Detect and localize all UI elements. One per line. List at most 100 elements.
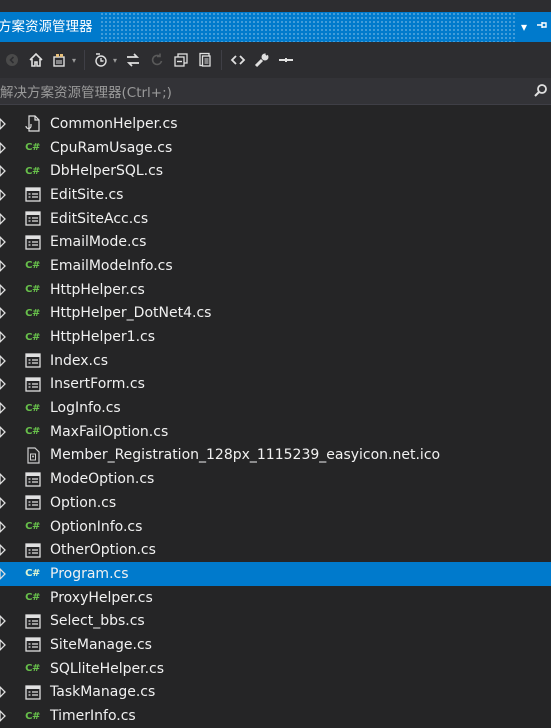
expand-arrow-icon[interactable] — [0, 633, 7, 656]
ico-file-icon — [24, 447, 41, 464]
tree-item-label: InsertForm.cs — [50, 376, 145, 393]
expand-arrow-icon[interactable] — [0, 373, 7, 396]
tree-item[interactable]: C# ProxyHelper.cs — [0, 586, 551, 610]
form-icon — [24, 494, 41, 511]
collapse-all-icon[interactable] — [171, 49, 191, 71]
expand-arrow-icon[interactable] — [0, 681, 7, 704]
show-all-files-icon[interactable] — [195, 49, 215, 71]
expand-arrow-icon[interactable] — [0, 302, 7, 325]
tree-item-label: CommonHelper.cs — [50, 115, 178, 132]
solution-explorer-toolbar: ▾ ▾ — [0, 42, 551, 78]
tree-item[interactable]: C# HttpHelper.cs — [0, 278, 551, 302]
expand-arrow-icon[interactable] — [0, 183, 7, 206]
tree-item[interactable]: Option.cs — [0, 491, 551, 515]
tree-item[interactable]: InsertForm.cs — [0, 373, 551, 397]
tree-item-label: Select_bbs.cs — [50, 613, 145, 630]
tree-item[interactable]: C# OptionInfo.cs — [0, 515, 551, 539]
tree-item[interactable]: C# CpuRamUsage.cs — [0, 136, 551, 160]
tree-item[interactable]: Select_bbs.cs — [0, 609, 551, 633]
tree-item-label: HttpHelper.cs — [50, 281, 145, 298]
expand-arrow-icon[interactable] — [0, 491, 7, 514]
top-strip — [0, 0, 551, 12]
tree-item[interactable]: EditSite.cs — [0, 183, 551, 207]
csharp-icon: C# — [25, 568, 40, 580]
csharp-icon: C# — [25, 260, 40, 272]
form-icon — [24, 376, 41, 393]
back-icon[interactable] — [2, 49, 22, 71]
tree-item-label: EditSiteAcc.cs — [50, 210, 149, 227]
tree-item-label: MaxFailOption.cs — [50, 423, 169, 440]
tree-item[interactable]: C# DbHelperSQL.cs — [0, 159, 551, 183]
tree-item-label: HttpHelper_DotNet4.cs — [50, 305, 212, 322]
search-icon[interactable] — [534, 82, 548, 101]
tree-item[interactable]: Member_Registration_128px_1115239_easyic… — [0, 444, 551, 468]
tree-item[interactable]: CommonHelper.cs — [0, 112, 551, 136]
tree-item[interactable]: C# LogInfo.cs — [0, 396, 551, 420]
expand-arrow-icon[interactable] — [0, 539, 7, 562]
expand-arrow-icon[interactable] — [0, 705, 7, 728]
tree-item[interactable]: EditSiteAcc.cs — [0, 207, 551, 231]
csharp-icon: C# — [25, 142, 40, 154]
expand-arrow-icon[interactable] — [0, 610, 7, 633]
tree-item[interactable]: TaskManage.cs — [0, 681, 551, 705]
tree-item-label: Option.cs — [50, 494, 117, 511]
expand-arrow-icon[interactable] — [0, 278, 7, 301]
view-code-icon[interactable] — [228, 49, 248, 71]
expand-arrow-icon[interactable] — [0, 112, 7, 135]
tree-item[interactable]: C# MaxFailOption.cs — [0, 420, 551, 444]
pending-changes-filter-icon[interactable] — [91, 49, 111, 71]
form-icon — [24, 613, 41, 630]
tree-item[interactable]: EmailMode.cs — [0, 230, 551, 254]
expand-arrow-icon[interactable] — [0, 326, 7, 349]
tree-item[interactable]: C# HttpHelper1.cs — [0, 325, 551, 349]
expand-arrow-icon[interactable] — [0, 397, 7, 420]
form-icon — [24, 684, 41, 701]
tree-item-label: HttpHelper1.cs — [50, 329, 156, 346]
home-icon[interactable] — [26, 49, 46, 71]
csharp-icon: C# — [25, 165, 40, 177]
csharp-icon: C# — [25, 331, 40, 343]
expand-arrow-icon[interactable] — [0, 420, 7, 443]
expand-arrow-icon[interactable] — [0, 207, 7, 230]
sync-with-active-document-icon[interactable] — [123, 49, 143, 71]
preview-selected-items-icon[interactable] — [276, 49, 296, 71]
tree-item[interactable]: SiteManage.cs — [0, 633, 551, 657]
search-input[interactable]: 解决方案资源管理器(Ctrl+;) — [0, 81, 534, 101]
tree-item-label: Program.cs — [50, 565, 129, 582]
tree-item[interactable]: C# Program.cs — [0, 562, 551, 586]
tree-item[interactable]: C# EmailModeInfo.cs — [0, 254, 551, 278]
tree-item[interactable]: C# HttpHelper_DotNet4.cs — [0, 302, 551, 326]
expand-arrow-icon[interactable] — [0, 562, 7, 585]
expand-arrow-icon[interactable] — [0, 515, 7, 538]
expand-arrow-icon[interactable] — [0, 136, 7, 159]
switch-views-icon[interactable] — [50, 49, 70, 71]
window-position-dropdown-icon[interactable]: ▾ — [515, 12, 533, 42]
tree-item-label: DbHelperSQL.cs — [50, 163, 164, 180]
expand-arrow-icon[interactable] — [0, 468, 7, 491]
switch-views-dropdown-icon[interactable]: ▾ — [72, 56, 80, 65]
tree-item[interactable]: OtherOption.cs — [0, 538, 551, 562]
tree-item[interactable]: C# SQLliteHelper.cs — [0, 657, 551, 681]
pin-icon[interactable] — [533, 12, 551, 42]
tree-item-label: ModeOption.cs — [50, 471, 155, 488]
expand-arrow-icon[interactable] — [0, 349, 7, 372]
csharp-icon: C# — [25, 426, 40, 438]
form-icon — [24, 352, 41, 369]
filter-dropdown-icon[interactable]: ▾ — [113, 56, 121, 65]
tree-item[interactable]: ModeOption.cs — [0, 467, 551, 491]
expand-arrow-icon[interactable] — [0, 254, 7, 277]
tree-item-label: TaskManage.cs — [50, 684, 156, 701]
search-bar[interactable]: 解决方案资源管理器(Ctrl+;) — [0, 78, 551, 105]
form-icon — [24, 471, 41, 488]
expand-arrow-icon[interactable] — [0, 160, 7, 183]
tree-item[interactable]: C# TimerInfo.cs — [0, 704, 551, 728]
csharp-icon: C# — [25, 284, 40, 296]
refresh-icon[interactable] — [147, 49, 167, 71]
tree-item[interactable]: Index.cs — [0, 349, 551, 373]
expand-arrow-icon[interactable] — [0, 231, 7, 254]
tool-window-titlebar[interactable]: 方案资源管理器 ▾ — [0, 12, 551, 42]
csharp-icon: C# — [25, 402, 40, 414]
toolbar-separator — [84, 50, 85, 70]
tree-item-label: Member_Registration_128px_1115239_easyic… — [50, 447, 441, 464]
properties-wrench-icon[interactable] — [252, 49, 272, 71]
